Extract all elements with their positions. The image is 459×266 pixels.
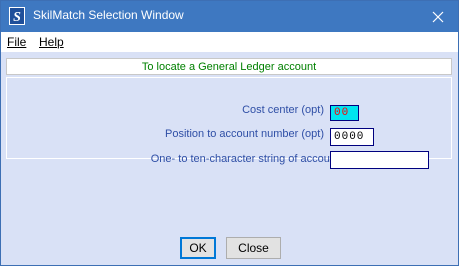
window-title: SkilMatch Selection Window <box>33 8 184 22</box>
menu-help[interactable]: Help <box>39 35 64 49</box>
close-icon <box>432 11 444 22</box>
cost-center-field[interactable] <box>330 105 359 121</box>
svg-text:S: S <box>13 10 21 25</box>
header-text: To locate a General Ledger account <box>141 60 317 73</box>
form-panel: Cost center (opt) Position to account nu… <box>6 77 452 159</box>
skilmatch-selection-window: S SkilMatch Selection Window File Help T… <box>0 0 459 266</box>
menu-file[interactable]: File <box>7 35 26 49</box>
position-account-label: Position to account number (opt) <box>165 128 324 140</box>
close-button[interactable]: Close <box>226 237 281 259</box>
title-bar[interactable]: S SkilMatch Selection Window <box>1 1 458 32</box>
header-bar: To locate a General Ledger account <box>6 58 452 75</box>
skilmatch-app-icon: S <box>9 7 25 25</box>
cost-center-label: Cost center (opt) <box>242 104 324 116</box>
ok-button[interactable]: OK <box>180 237 216 259</box>
close-window-button[interactable] <box>418 1 458 32</box>
description-string-field[interactable] <box>330 151 429 169</box>
menu-bar: File Help <box>1 32 458 52</box>
position-account-field[interactable] <box>330 128 374 146</box>
